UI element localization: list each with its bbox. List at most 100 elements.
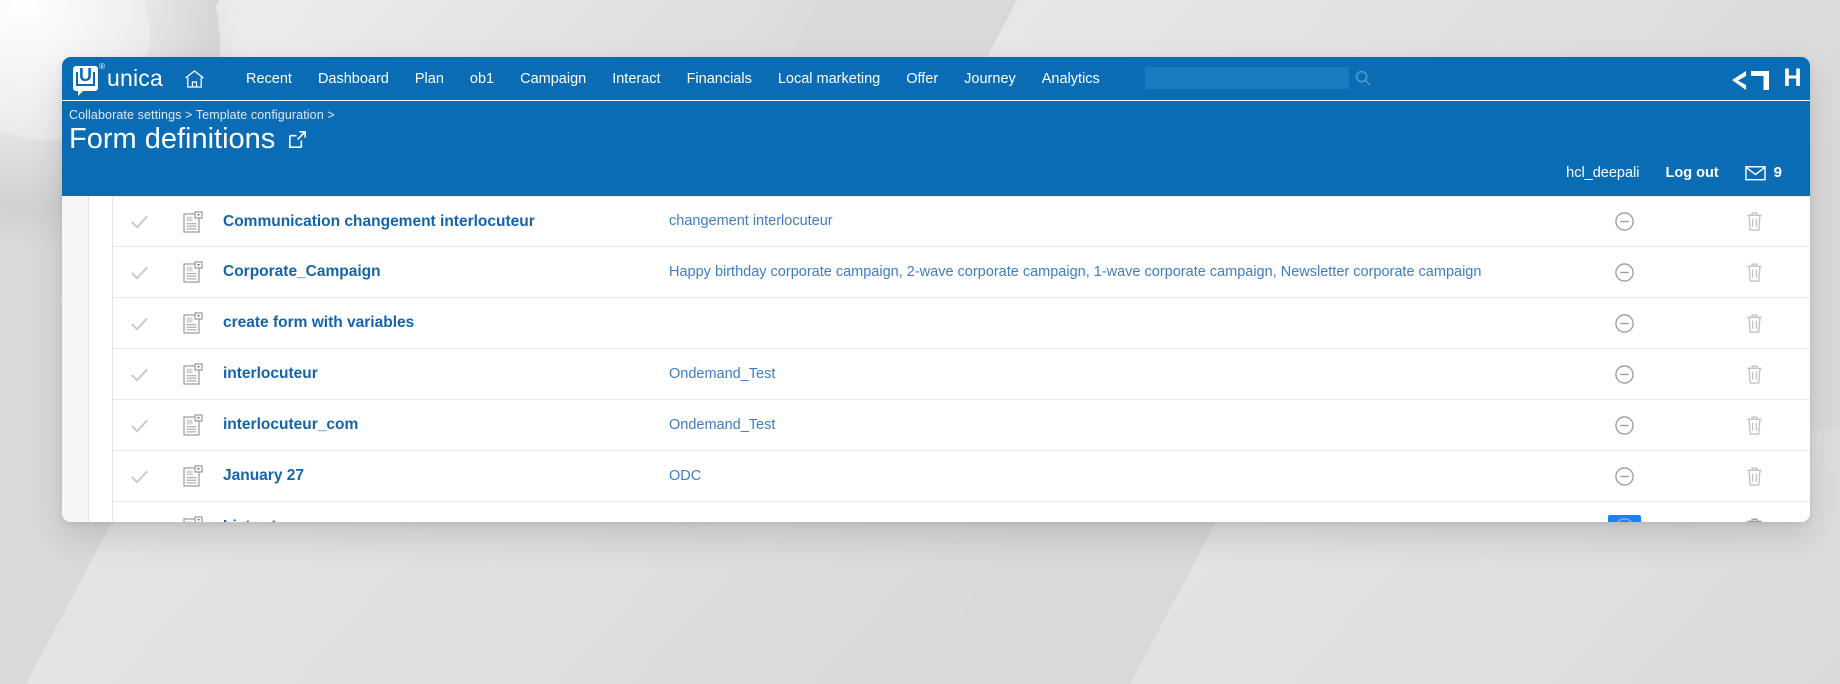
nav-item-financials[interactable]: Financials: [674, 65, 765, 93]
form-name-link[interactable]: Communication changement interlocuteur: [223, 213, 535, 231]
logout-button[interactable]: Log out: [1666, 165, 1719, 181]
form-document-icon[interactable]: [165, 361, 221, 387]
circle-minus-icon: [1608, 209, 1641, 234]
table-left-gutter: [62, 196, 89, 522]
nav-item-dashboard[interactable]: Dashboard: [305, 65, 402, 93]
circle-minus-icon: [1608, 260, 1641, 285]
form-name-link[interactable]: Corporate_Campaign: [223, 263, 381, 281]
trash-icon: [1744, 414, 1765, 437]
table-rows-container[interactable]: Communication changement interlocuteur c…: [113, 196, 1810, 522]
form-name-cell: Corporate_Campaign: [221, 263, 669, 281]
form-document-icon[interactable]: [165, 209, 221, 235]
top-navigation-bar: U ® unica Recent Dashboard Plan ob1 Camp…: [62, 57, 1810, 101]
page-header: Collaborate settings > Template configur…: [62, 101, 1810, 196]
nav-item-analytics[interactable]: Analytics: [1029, 65, 1113, 93]
table-row[interactable]: create form with variables: [113, 298, 1810, 349]
trash-icon: [1744, 261, 1765, 284]
disable-form-button[interactable]: [1550, 413, 1698, 438]
checkmark-icon: [128, 516, 151, 523]
table-row[interactable]: Communication changement interlocuteur c…: [113, 196, 1810, 247]
nav-item-plan[interactable]: Plan: [402, 65, 457, 93]
external-link-icon[interactable]: [286, 128, 309, 156]
table-row[interactable]: List: [113, 502, 1810, 522]
disable-form-button[interactable]: [1550, 464, 1698, 489]
form-name-cell: create form with variables: [221, 314, 669, 332]
nav-item-offer[interactable]: Offer: [893, 65, 951, 93]
pencil-icon[interactable]: [260, 518, 279, 523]
delete-form-button[interactable]: [1698, 414, 1810, 437]
nav-item-campaign[interactable]: Campaign: [507, 65, 599, 93]
circle-minus-icon: [1608, 464, 1641, 489]
nav-item-recent[interactable]: Recent: [233, 65, 305, 93]
delete-form-button[interactable]: [1698, 516, 1810, 523]
form-name-link[interactable]: create form with variables: [223, 314, 414, 332]
form-document-icon-glyph: [180, 514, 206, 522]
checkmark-icon: [128, 363, 151, 386]
messages-button[interactable]: 9: [1745, 164, 1782, 181]
search-icon[interactable]: [1354, 69, 1372, 92]
form-description: Ondemand_Test: [669, 415, 1550, 436]
form-name-link[interactable]: interlocuteur_com: [223, 416, 358, 434]
nav-item-local-marketing[interactable]: Local marketing: [765, 65, 893, 93]
form-document-icon-glyph: [180, 209, 206, 235]
trash-icon: [1744, 465, 1765, 488]
form-document-icon[interactable]: [165, 514, 221, 522]
form-document-icon-glyph: [180, 310, 206, 336]
checkmark-icon: [128, 261, 151, 284]
checkmark-icon: [128, 312, 151, 335]
form-name-link[interactable]: interlocuteur: [223, 365, 318, 383]
search-input[interactable]: [1145, 67, 1349, 89]
brand-logo[interactable]: U ® unica: [62, 65, 207, 92]
nav-item-interact[interactable]: Interact: [599, 65, 673, 93]
unica-logo-icon: U ®: [73, 66, 98, 91]
form-name-link[interactable]: January 27: [223, 467, 304, 485]
table-row[interactable]: January 27 ODC: [113, 451, 1810, 502]
form-name-cell: List: [221, 518, 669, 523]
form-definitions-table: Communication changement interlocuteur c…: [62, 196, 1810, 522]
delete-form-button[interactable]: [1698, 363, 1810, 386]
circle-minus-icon: [1608, 362, 1641, 387]
form-document-icon-glyph: [180, 463, 206, 489]
delete-form-button[interactable]: [1698, 465, 1810, 488]
nav-item-journey[interactable]: Journey: [951, 65, 1029, 93]
form-document-icon[interactable]: [165, 259, 221, 285]
breadcrumb[interactable]: Collaborate settings > Template configur…: [69, 108, 1810, 122]
delete-form-button[interactable]: [1698, 210, 1810, 233]
table-row[interactable]: interlocuteur_com Ondemand_Test: [113, 400, 1810, 451]
form-name-cell: Communication changement interlocuteur: [221, 213, 669, 231]
form-name-cell: January 27: [221, 467, 669, 485]
table-row[interactable]: Corporate_Campaign Happy birthday corpor…: [113, 247, 1810, 298]
trash-icon: [1744, 210, 1765, 233]
disable-form-button[interactable]: [1550, 260, 1698, 285]
home-icon[interactable]: [182, 67, 207, 91]
circle-minus-icon: [1608, 311, 1641, 336]
nav-item-list: Recent Dashboard Plan ob1 Campaign Inter…: [233, 65, 1113, 93]
delete-form-button[interactable]: [1698, 261, 1810, 284]
disable-form-button[interactable]: [1550, 362, 1698, 387]
row-select-checkmark[interactable]: [113, 363, 165, 386]
form-document-icon[interactable]: [165, 310, 221, 336]
form-name-link[interactable]: List: [223, 518, 251, 522]
form-document-icon[interactable]: [165, 463, 221, 489]
row-select-checkmark[interactable]: [113, 414, 165, 437]
row-select-checkmark[interactable]: [113, 261, 165, 284]
form-description: Happy birthday corporate campaign, 2-wav…: [669, 262, 1550, 283]
row-select-checkmark[interactable]: [113, 516, 165, 523]
form-name-cell: interlocuteur: [221, 365, 669, 383]
row-select-checkmark[interactable]: [113, 210, 165, 233]
logo-letter: U: [76, 72, 95, 86]
table-row[interactable]: interlocuteur Ondemand_Test: [113, 349, 1810, 400]
row-select-checkmark[interactable]: [113, 312, 165, 335]
disable-form-button[interactable]: [1550, 311, 1698, 336]
row-select-checkmark[interactable]: [113, 465, 165, 488]
form-document-icon-glyph: [180, 259, 206, 285]
delete-form-button[interactable]: [1698, 312, 1810, 335]
form-document-icon[interactable]: [165, 412, 221, 438]
disable-form-button[interactable]: [1550, 209, 1698, 234]
user-name[interactable]: hcl_deepali: [1566, 165, 1639, 181]
hcl-logo[interactable]: H: [1729, 63, 1802, 93]
disable-form-button[interactable]: [1550, 515, 1698, 523]
message-count: 9: [1774, 164, 1782, 181]
table-inner-gutter: [89, 196, 113, 522]
nav-item-ob1[interactable]: ob1: [457, 65, 507, 93]
